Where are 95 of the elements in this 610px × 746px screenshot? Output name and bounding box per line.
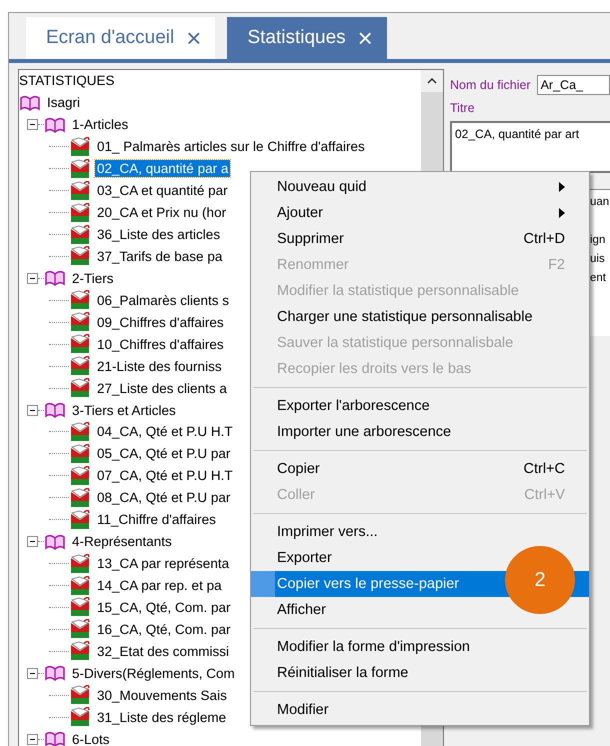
collapse-icon[interactable] [27, 536, 38, 548]
book-icon [44, 532, 66, 551]
tab[interactable]: Ecran d'accueil × [26, 17, 216, 59]
menu-item[interactable]: Ajouter [251, 200, 589, 226]
tree-item[interactable]: 13_CA par représenta [95, 555, 232, 572]
menu-item[interactable]: Importer une arborescence [251, 419, 589, 445]
tree-item[interactable]: 04_CA, Qté et P.U H.T [95, 423, 235, 440]
report-icon [69, 510, 91, 530]
tree-item[interactable]: 27_Liste des clients a [95, 380, 229, 397]
report-icon [69, 707, 91, 728]
report-icon [69, 356, 91, 376]
book-icon [44, 116, 66, 134]
menu-item[interactable]: Supprimer Ctrl+D [251, 226, 589, 252]
report-icon [69, 378, 91, 398]
tree-item[interactable]: 15_CA, Qté, Com. par [95, 598, 233, 616]
tree-item[interactable]: 03_CA et quantité par [95, 182, 230, 200]
report-icon [69, 290, 91, 310]
report-icon [69, 312, 91, 332]
collapse-icon[interactable] [27, 668, 38, 679]
tree-item[interactable]: 31_Liste des régleme [95, 708, 228, 726]
menu-item[interactable]: Modifier la forme d'impression [251, 634, 589, 660]
report-icon [69, 180, 91, 201]
book-icon [44, 401, 66, 420]
report-icon [69, 619, 91, 640]
tree-folder[interactable]: 5-Divers(Réglements, Com [70, 664, 237, 682]
tree-item[interactable]: 07_CA, Qté et P.U H.T [95, 467, 235, 484]
book-icon [44, 730, 66, 746]
tree-item[interactable]: 14_CA par rep. et pa [95, 577, 224, 594]
shortcut-text: Ctrl+C [524, 461, 565, 477]
tree-heading: STATISTIQUES [19, 73, 115, 88]
collapse-icon[interactable] [27, 272, 38, 284]
report-icon [69, 554, 91, 574]
report-icon [69, 246, 91, 266]
report-icon [69, 685, 91, 706]
tree-item[interactable]: 05_CA, Qté et P.U par [95, 445, 232, 462]
file-name-label: Nom du fichier [450, 78, 531, 92]
report-icon [69, 641, 91, 662]
tree-item[interactable]: 01_ Palmarès articles sur le Chiffre d'affaires [95, 138, 367, 156]
book-icon [44, 269, 66, 288]
tree-item[interactable]: 16_CA, Qté, Com. par [95, 620, 233, 638]
detail-text: ign [590, 234, 606, 248]
report-icon [69, 158, 91, 179]
report-icon [69, 202, 91, 223]
file-name-field[interactable]: Ar_Ca_ [536, 75, 610, 95]
close-icon[interactable]: × [358, 25, 373, 51]
book-icon [19, 94, 41, 112]
title-field[interactable]: 02_CA, quantité par art [450, 121, 610, 173]
report-icon [69, 422, 91, 442]
menu-item[interactable]: Charger une statistique personnalisable [251, 304, 589, 330]
tree-item[interactable]: 20_CA et Prix nu (hor [95, 204, 228, 222]
tab[interactable]: Statistiques × [227, 17, 387, 59]
shortcut-text: F2 [548, 257, 565, 273]
shortcut-text: Ctrl+D [524, 231, 565, 247]
tree-folder[interactable]: 2-Tiers [70, 270, 116, 287]
menu-item[interactable]: Imprimer vers... [251, 519, 589, 545]
tree-item[interactable]: 02_CA, quantité par a [95, 160, 230, 178]
tree-item[interactable]: 08_CA, Qté et P.U par [95, 489, 232, 506]
tree-item[interactable]: 11_Chiffre d'affaires [95, 511, 218, 528]
report-icon [69, 466, 91, 486]
menu-item[interactable]: Copier Ctrl+C [251, 456, 589, 482]
tree-folder[interactable]: 3-Tiers et Articles [70, 402, 178, 419]
collapse-icon[interactable] [27, 404, 38, 416]
book-icon [44, 664, 66, 682]
menu-item[interactable]: Réinitialiser la forme [251, 660, 589, 686]
tree-item[interactable]: 06_Palmarès clients s [95, 292, 232, 309]
tree-item[interactable]: 37_Tarifs de base pa [95, 248, 224, 265]
close-icon[interactable]: × [186, 25, 202, 51]
report-icon [69, 136, 91, 157]
tree-folder[interactable]: 6-Lots [70, 730, 112, 746]
tree-item[interactable]: 09_Chiffres d'affaires [95, 314, 226, 331]
menu-item[interactable]: Exporter l'arborescence [251, 393, 589, 419]
report-icon [69, 334, 91, 354]
detail-text: uis [590, 253, 606, 267]
report-icon [69, 224, 91, 245]
report-icon [69, 576, 91, 596]
report-icon [69, 597, 91, 618]
tree-folder[interactable]: 1-Articles [70, 116, 130, 134]
detail-text: uan [590, 196, 610, 210]
collapse-icon[interactable] [27, 119, 38, 130]
detail-text: ent [590, 272, 607, 286]
title-label: Titre [450, 101, 475, 115]
menu-item[interactable]: Modifier [251, 697, 589, 723]
shortcut-text: Ctrl+V [524, 487, 565, 503]
scroll-up-icon[interactable] [427, 78, 437, 84]
tree-item[interactable]: 10_Chiffres d'affaires [95, 336, 226, 353]
tree-item[interactable]: 32_Etat des commissi [95, 642, 232, 660]
collapse-icon[interactable] [27, 734, 38, 745]
tree-root[interactable]: Isagri [45, 94, 82, 112]
tree-item[interactable]: 21-Liste des fourniss [95, 358, 224, 375]
report-icon [69, 488, 91, 508]
tree-folder[interactable]: 4-Représentants [70, 533, 174, 550]
report-icon [69, 444, 91, 464]
tree-item[interactable]: 30_Mouvements Sais [95, 686, 229, 704]
menu-item[interactable]: Nouveau quid [251, 174, 589, 200]
tree-item[interactable]: 36_Liste des articles [95, 226, 222, 244]
